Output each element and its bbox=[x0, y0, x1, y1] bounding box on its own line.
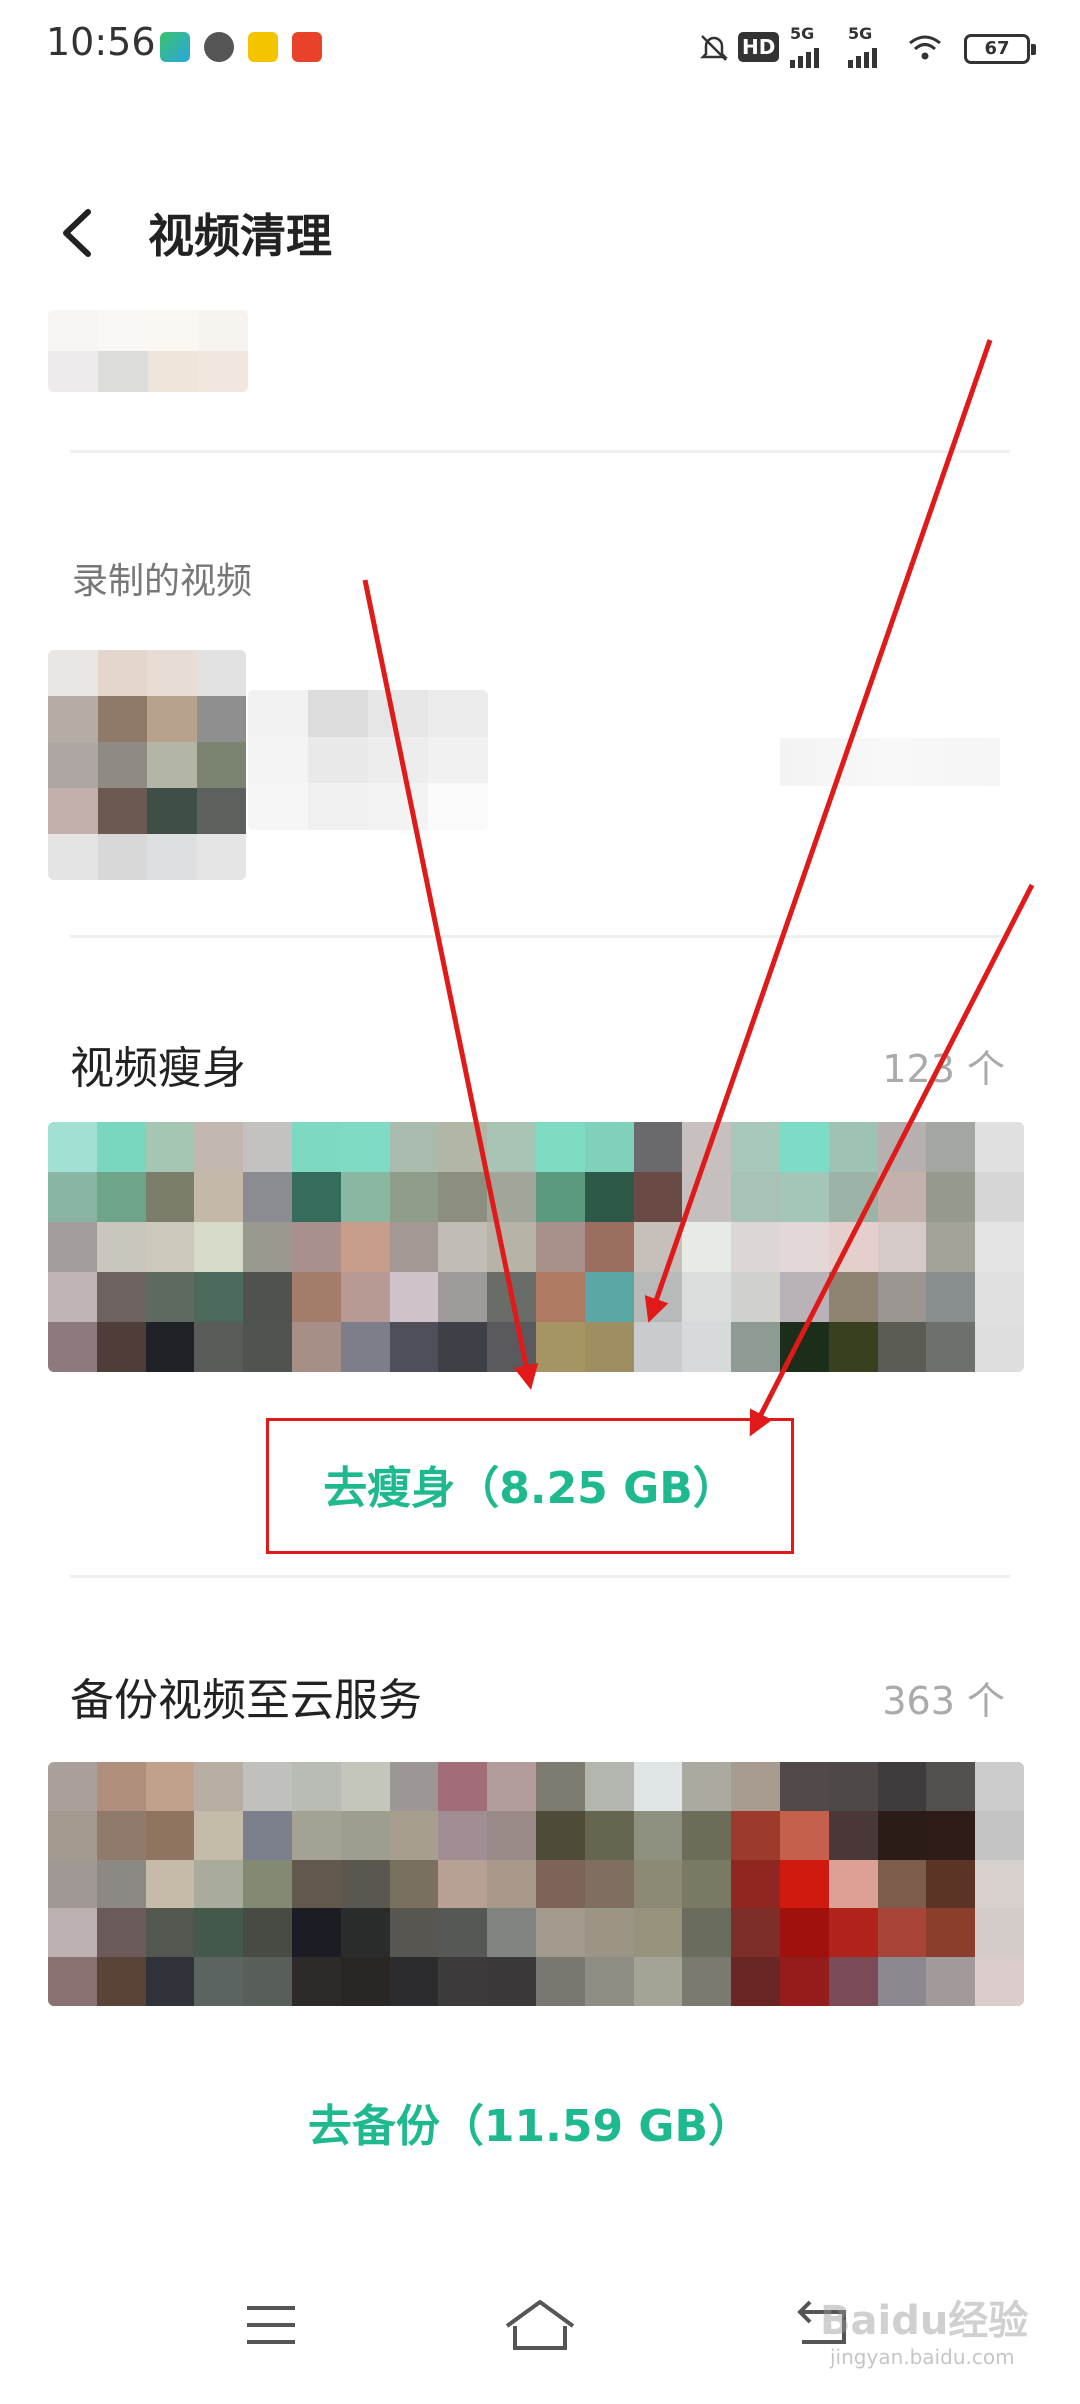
watermark-url: jingyan.baidu.com bbox=[830, 2345, 1015, 2369]
annotation-arrows bbox=[362, 339, 1035, 1437]
menu-icon[interactable] bbox=[225, 2290, 315, 2360]
watermark-logo: Baidu经验 bbox=[820, 2298, 1029, 2344]
home-icon[interactable] bbox=[495, 2290, 585, 2360]
